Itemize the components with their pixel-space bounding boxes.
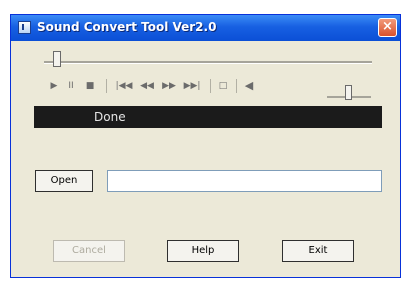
skip-forward-button[interactable]: ▶▶| bbox=[182, 79, 202, 93]
seek-track[interactable] bbox=[44, 61, 372, 64]
speaker-icon[interactable]: ◀ bbox=[243, 79, 255, 93]
toolbar-separator bbox=[236, 79, 237, 93]
volume-slider-thumb[interactable] bbox=[345, 85, 352, 100]
status-text: Done bbox=[94, 110, 126, 124]
status-bar: Done bbox=[34, 106, 382, 128]
pause-button[interactable]: II bbox=[65, 79, 77, 93]
loop-button[interactable]: □ bbox=[216, 79, 230, 93]
play-button[interactable]: ▶ bbox=[48, 79, 60, 93]
skip-back-button[interactable]: |◀◀ bbox=[114, 79, 134, 93]
seek-slider-thumb[interactable] bbox=[53, 51, 61, 67]
toolbar-separator bbox=[106, 79, 107, 93]
rewind-button[interactable]: ◀◀ bbox=[139, 79, 155, 93]
open-button[interactable]: Open bbox=[35, 170, 93, 192]
toolbar-separator bbox=[210, 79, 211, 93]
help-button[interactable]: Help bbox=[167, 240, 239, 262]
file-path-input[interactable] bbox=[107, 170, 382, 192]
title-bar[interactable]: Sound Convert Tool Ver2.0 × bbox=[11, 15, 400, 41]
cancel-button[interactable]: Cancel bbox=[53, 240, 125, 262]
fast-forward-button[interactable]: ▶▶ bbox=[161, 79, 177, 93]
exit-button[interactable]: Exit bbox=[282, 240, 354, 262]
window-title: Sound Convert Tool Ver2.0 bbox=[37, 20, 217, 34]
stop-button[interactable]: ■ bbox=[84, 79, 96, 93]
main-window: Sound Convert Tool Ver2.0 × bbox=[10, 14, 401, 278]
close-button[interactable]: × bbox=[378, 18, 397, 37]
app-icon bbox=[18, 21, 31, 34]
